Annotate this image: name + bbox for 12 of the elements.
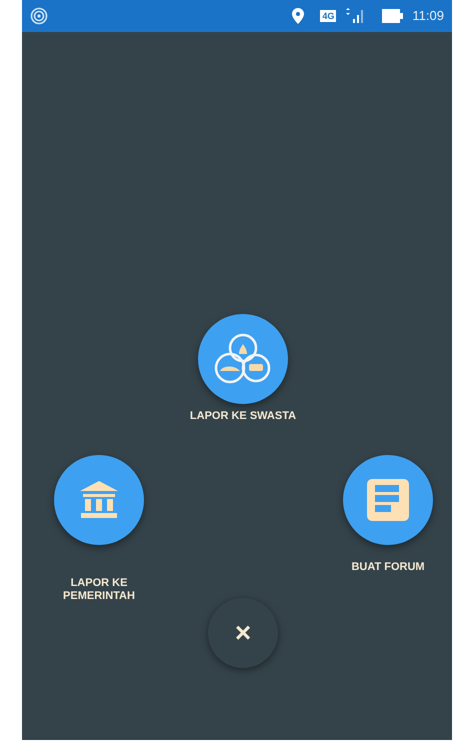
clock: 11:09 — [412, 7, 444, 26]
action-label: LAPOR KE SWASTA — [188, 410, 298, 423]
hotspot-icon — [30, 7, 48, 25]
network-type: 4G — [320, 10, 336, 22]
bank-icon — [78, 479, 120, 521]
battery-icon — [382, 9, 404, 23]
location-icon — [292, 8, 304, 24]
document-icon — [365, 477, 411, 523]
coins-icon — [214, 332, 272, 386]
action-label: BUAT FORUM — [350, 561, 426, 574]
close-button[interactable]: × — [208, 598, 278, 668]
action-label: LAPOR KE PEMERINTAH — [62, 577, 136, 603]
